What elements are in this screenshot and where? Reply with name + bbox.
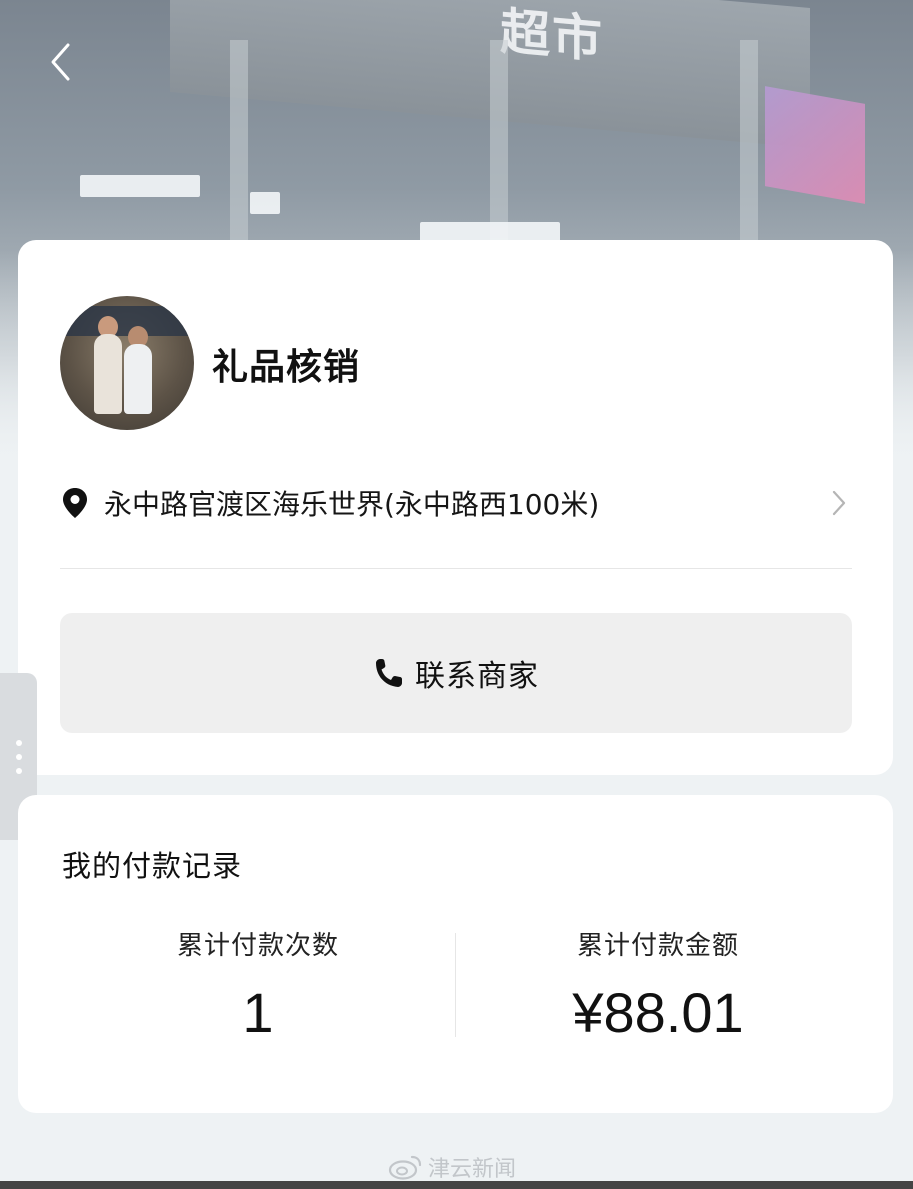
weibo-logo-icon: [388, 1155, 422, 1180]
payment-amount-value: ¥88.01: [572, 981, 744, 1044]
payment-count-value: 1: [242, 981, 274, 1044]
stat-divider: [455, 933, 456, 1037]
payment-amount-label: 累计付款金额: [576, 931, 739, 961]
merchant-card: 礼品核销 永中路官渡区海乐世界(永中路西100米) 联系商家: [18, 240, 893, 775]
contact-merchant-label: 联系商家: [415, 659, 539, 694]
pink-banner: [765, 86, 865, 204]
watermark-text: 津云新闻: [428, 1157, 517, 1182]
payment-count-stat: 累计付款次数 1: [68, 925, 448, 1045]
more-vertical-icon: [15, 739, 22, 746]
chevron-left-icon: [51, 43, 70, 81]
merchant-address: 永中路官渡区海乐世界(永中路西100米): [104, 488, 600, 521]
merchant-avatar[interactable]: [60, 296, 194, 430]
payment-record-title: 我的付款记录: [62, 849, 243, 883]
watermark: 津云新闻: [388, 1150, 516, 1184]
payment-record-card: 我的付款记录 累计付款次数 1 累计付款金额 ¥88.01: [18, 795, 893, 1113]
address-row[interactable]: 永中路官渡区海乐世界(永中路西100米): [60, 478, 850, 528]
chevron-right-icon: [832, 490, 846, 516]
map-pin-icon: [63, 488, 87, 518]
payment-count-label: 累计付款次数: [176, 931, 339, 961]
back-button[interactable]: [40, 40, 80, 84]
phone-icon: [376, 659, 402, 687]
bottom-bar: [0, 1181, 913, 1189]
divider: [60, 568, 852, 569]
contact-merchant-button[interactable]: 联系商家: [60, 613, 852, 733]
payment-amount-stat: 累计付款金额 ¥88.01: [468, 925, 848, 1045]
merchant-name: 礼品核销: [212, 347, 361, 388]
